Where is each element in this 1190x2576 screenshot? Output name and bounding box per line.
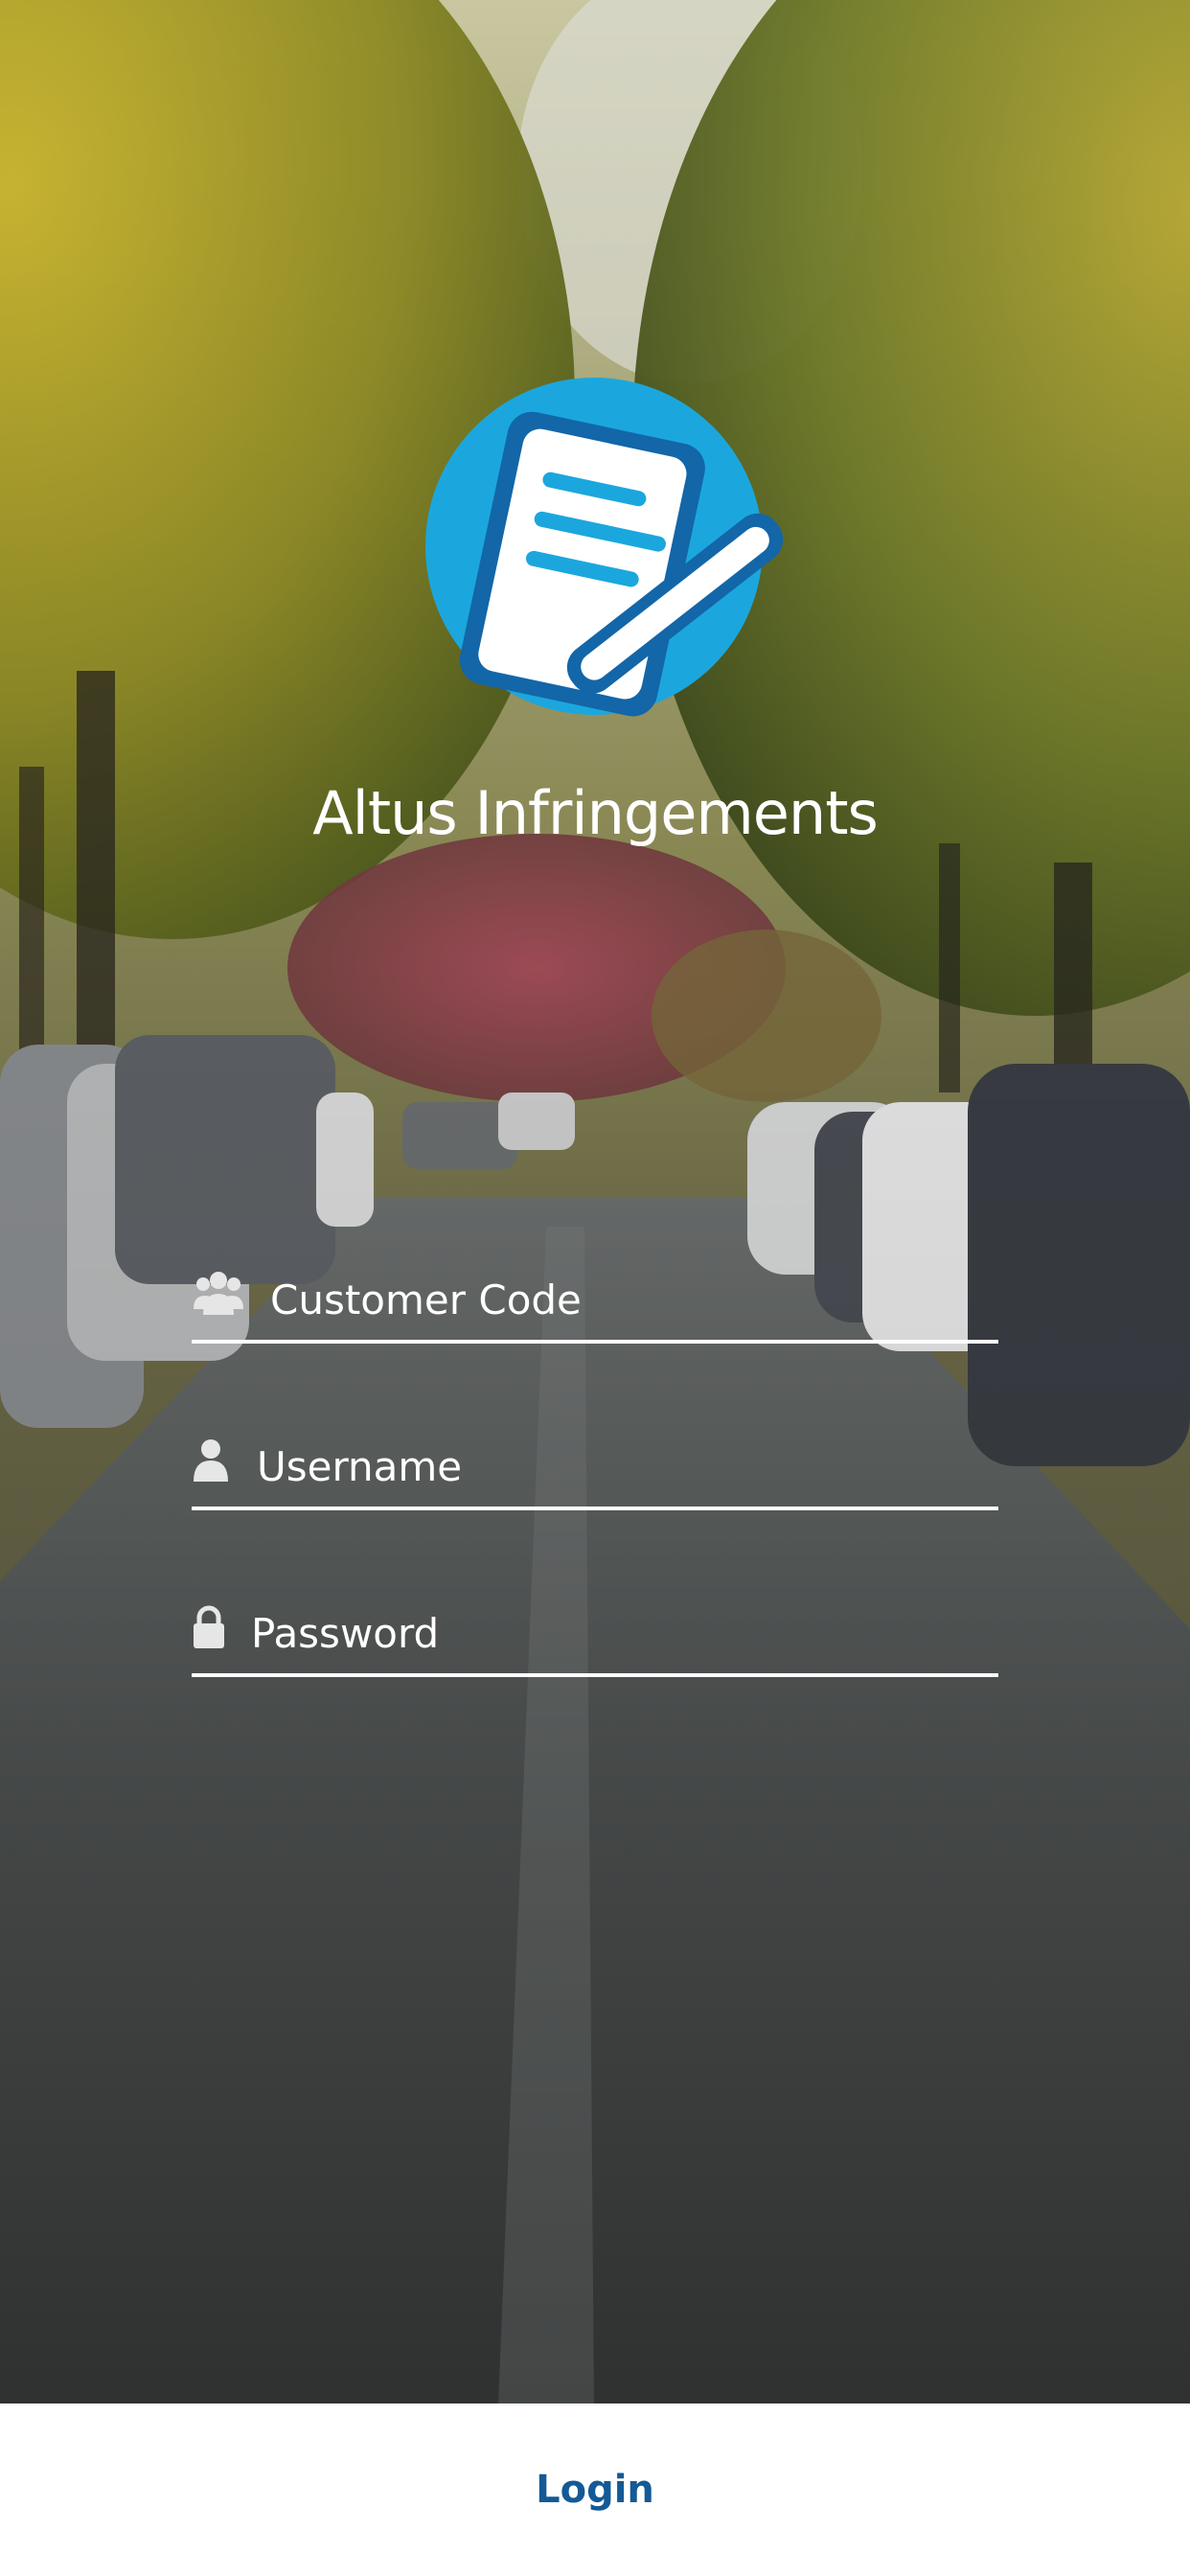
login-button[interactable]: Login bbox=[497, 2449, 693, 2531]
background-street-photo bbox=[0, 0, 1190, 2405]
background-overlay bbox=[0, 0, 1190, 2405]
username-input[interactable] bbox=[257, 1438, 985, 1495]
document-pencil-icon bbox=[425, 378, 784, 717]
users-icon bbox=[192, 1267, 245, 1321]
app-logo bbox=[412, 376, 814, 759]
password-input[interactable] bbox=[251, 1604, 979, 1662]
customer-code-input[interactable] bbox=[270, 1271, 998, 1328]
username-field[interactable] bbox=[192, 1430, 998, 1510]
customer-code-field[interactable] bbox=[192, 1263, 998, 1344]
login-bar: Login bbox=[0, 2404, 1190, 2576]
user-icon bbox=[192, 1434, 245, 1487]
password-field[interactable] bbox=[192, 1597, 998, 1677]
app-title: Altus Infringements bbox=[312, 778, 879, 848]
login-screen: Altus Infringements Customer Code Userna… bbox=[0, 0, 1190, 2576]
lock-icon bbox=[192, 1600, 245, 1654]
